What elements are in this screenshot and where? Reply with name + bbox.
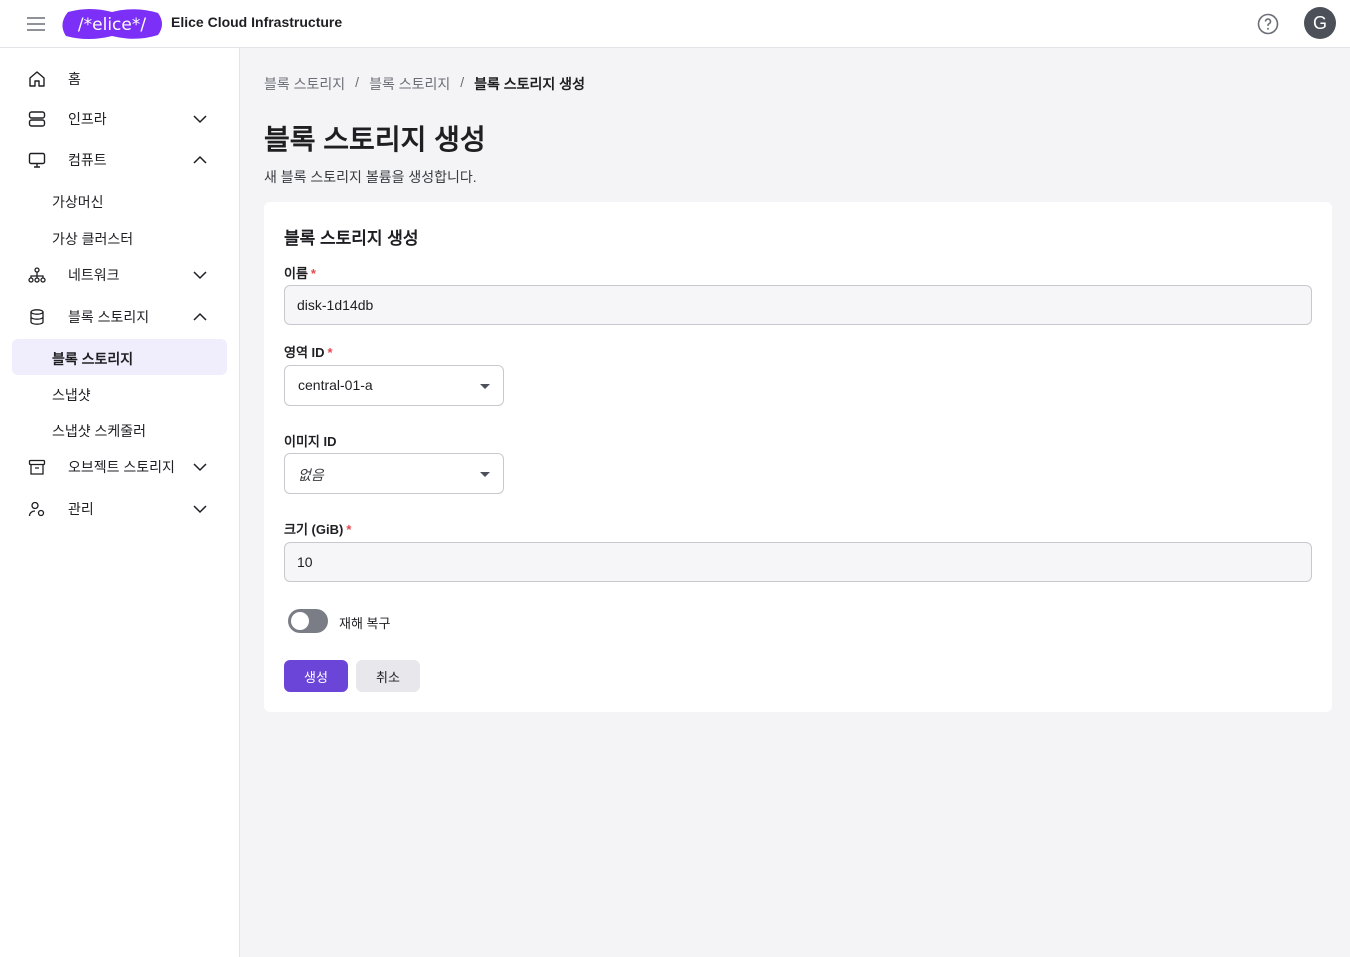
chevron-down-icon [192, 459, 208, 475]
size-input[interactable] [284, 542, 1312, 582]
breadcrumb-separator: / [460, 74, 465, 90]
chevron-up-icon [192, 152, 208, 168]
user-avatar[interactable]: G [1304, 7, 1336, 39]
dropdown-caret-icon [480, 472, 490, 477]
server-icon [28, 110, 46, 128]
create-form-card: 블록 스토리지 생성 이름* 영역 ID* central-01-a 이미지 I… [264, 202, 1332, 712]
name-label-text: 이름 [284, 266, 308, 281]
disaster-recovery-label: 재해 복구 [339, 616, 391, 631]
top-header: /*elice*/ Elice Cloud Infrastructure G [0, 0, 1350, 48]
image-select[interactable]: 없음 [284, 453, 504, 494]
hamburger-menu-icon[interactable] [24, 12, 48, 36]
card-title: 블록 스토리지 생성 [284, 229, 419, 248]
breadcrumb-separator: / [355, 74, 360, 90]
image-label-text: 이미지 ID [284, 434, 337, 449]
sidebar-item-label: 네트워크 [68, 267, 120, 283]
sidebar-subitem-vm[interactable]: 가상머신 [12, 182, 227, 218]
image-select-value: 없음 [298, 467, 324, 483]
database-icon [28, 308, 46, 326]
toggle-knob [291, 612, 309, 630]
disaster-recovery-toggle[interactable] [288, 609, 328, 633]
sidebar-item-label: 인프라 [68, 111, 107, 127]
sidebar-item-block-storage[interactable]: 블록 스토리지 [12, 299, 227, 335]
sidebar-item-object-storage[interactable]: 오브젝트 스토리지 [12, 449, 227, 485]
sidebar-subitem-snapshot-scheduler[interactable]: 스냅샷 스케줄러 [12, 411, 227, 447]
breadcrumb-current: 블록 스토리지 생성 [474, 76, 585, 92]
user-settings-icon [28, 500, 46, 518]
network-icon [28, 266, 46, 284]
breadcrumb: 블록 스토리지 / 블록 스토리지 / 블록 스토리지 생성 [264, 74, 585, 94]
sidebar-item-infra[interactable]: 인프라 [12, 101, 227, 137]
name-input[interactable] [284, 285, 1312, 325]
required-mark: * [346, 522, 352, 537]
chevron-down-icon [192, 501, 208, 517]
archive-icon [28, 458, 46, 476]
chevron-up-icon [192, 309, 208, 325]
sidebar-item-label: 홈 [68, 71, 81, 87]
sidebar-subitem-block-storage[interactable]: 블록 스토리지 [12, 339, 227, 375]
chevron-down-icon [192, 267, 208, 283]
sidebar-subitem-snapshot[interactable]: 스냅샷 [12, 375, 227, 411]
required-mark: * [327, 345, 333, 360]
name-label: 이름 * [284, 263, 316, 282]
chevron-down-icon [192, 111, 208, 127]
size-label-text: 크기 (GiB) [284, 522, 344, 537]
sidebar-item-label: 블록 스토리지 [68, 309, 150, 325]
sidebar-item-label: 관리 [68, 501, 94, 517]
breadcrumb-link[interactable]: 블록 스토리지 [264, 74, 345, 94]
image-label: 이미지 ID [284, 431, 337, 450]
size-label: 크기 (GiB) * [284, 519, 351, 538]
sidebar-item-management[interactable]: 관리 [12, 491, 227, 527]
sidebar-item-label: 가상 클러스터 [52, 231, 134, 247]
home-icon [28, 70, 46, 88]
sidebar-item-label: 스냅샷 [52, 387, 91, 403]
sidebar-subitem-virtual-cluster[interactable]: 가상 클러스터 [12, 219, 227, 255]
cancel-button[interactable]: 취소 [356, 660, 420, 692]
logo-text: /*elice*/ [78, 15, 146, 35]
sidebar-item-label: 스냅샷 스케줄러 [52, 423, 147, 439]
app-title: Elice Cloud Infrastructure [171, 14, 343, 30]
required-mark: * [310, 266, 316, 281]
sidebar-item-label: 오브젝트 스토리지 [68, 459, 175, 475]
monitor-icon [28, 151, 46, 169]
help-icon[interactable] [1256, 12, 1280, 36]
dropdown-caret-icon [480, 384, 490, 389]
page-description: 새 블록 스토리지 볼륨을 생성합니다. [264, 169, 477, 185]
zone-select[interactable]: central-01-a [284, 365, 504, 406]
sidebar-item-compute[interactable]: 컴퓨트 [12, 142, 227, 178]
zone-label: 영역 ID * [284, 342, 333, 361]
sidebar-item-home[interactable]: 홈 [12, 61, 227, 97]
elice-logo[interactable]: /*elice*/ [60, 8, 164, 40]
zone-select-value: central-01-a [298, 377, 373, 393]
sidebar-item-label: 블록 스토리지 [52, 351, 134, 367]
sidebar-item-label: 가상머신 [52, 194, 104, 210]
breadcrumb-link[interactable]: 블록 스토리지 [369, 74, 450, 94]
page-title: 블록 스토리지 생성 [264, 124, 486, 155]
create-button[interactable]: 생성 [284, 660, 348, 692]
zone-label-text: 영역 ID [284, 345, 325, 360]
sidebar-item-label: 컴퓨트 [68, 152, 107, 168]
sidebar: 홈 인프라 컴퓨트 가상머신 가상 클러스터 네트워크 블록 스토리지 블록 스… [0, 48, 240, 957]
sidebar-item-network[interactable]: 네트워크 [12, 257, 227, 293]
